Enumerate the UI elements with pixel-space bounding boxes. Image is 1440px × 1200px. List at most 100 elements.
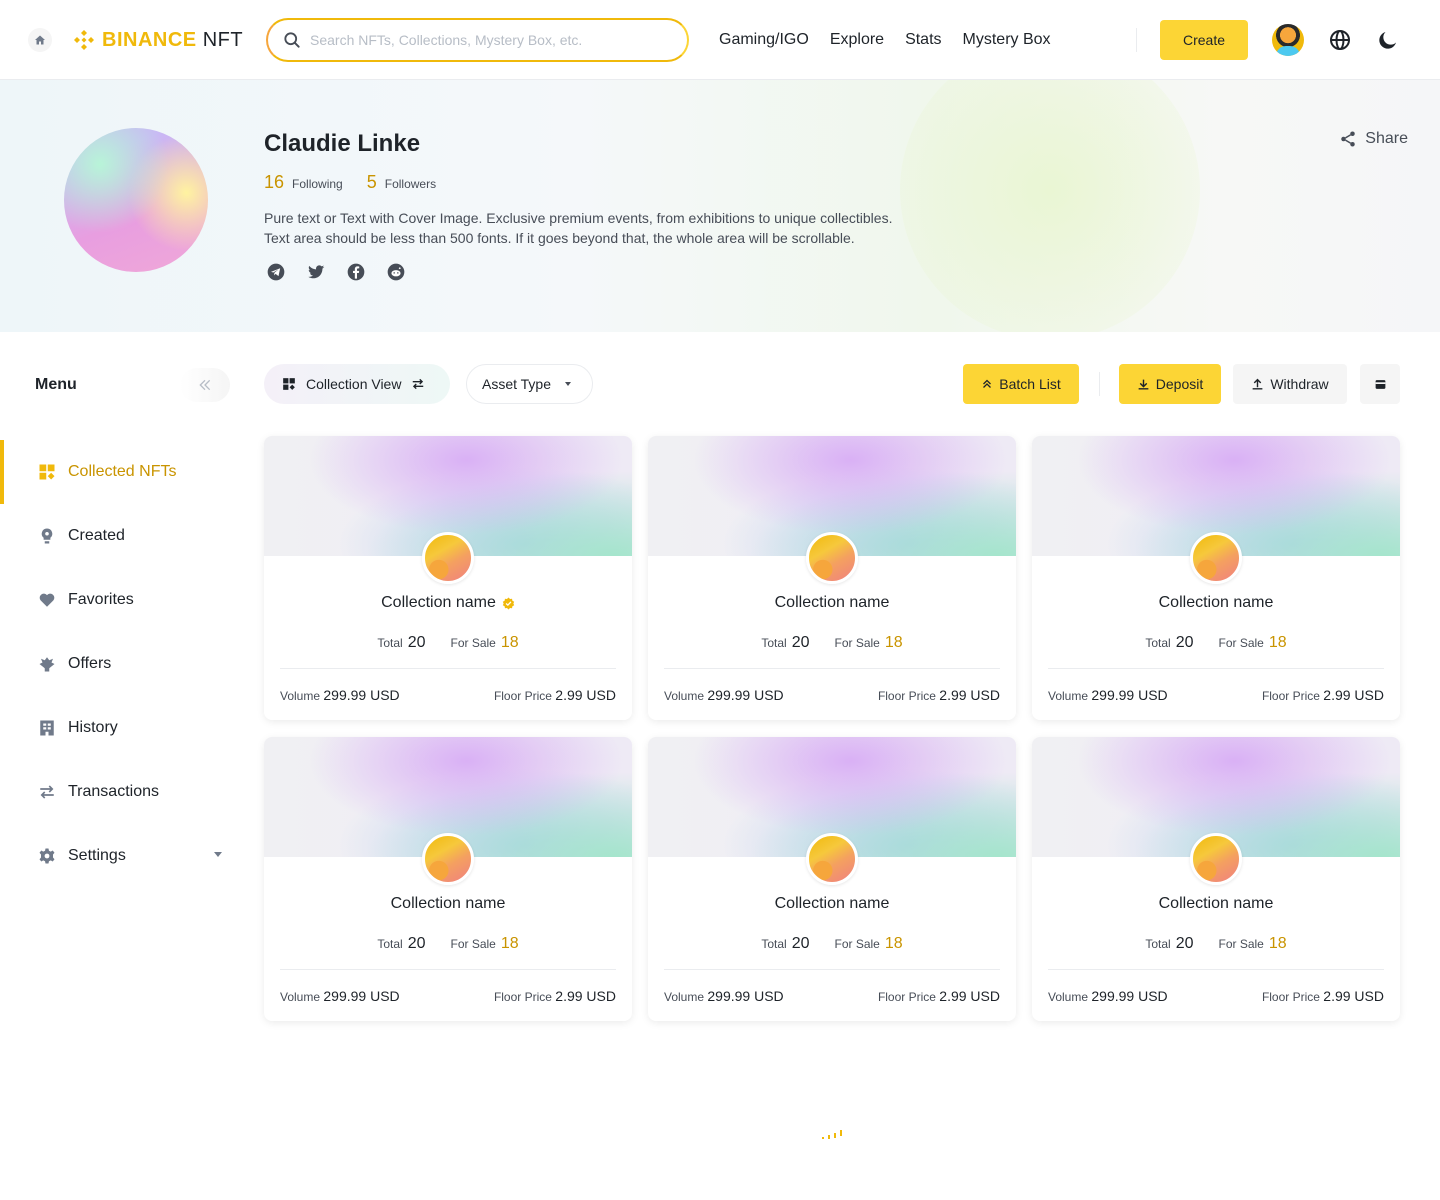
collection-card[interactable]: Collection name Total 20 For Sale 18 Volume 2… [648, 436, 1016, 720]
sidebar-item-collected-nfts[interactable]: Collected NFTs [0, 440, 240, 504]
sidebar-item-transactions[interactable]: Transactions [0, 760, 240, 824]
search-input[interactable] [310, 32, 670, 48]
user-avatar[interactable] [1272, 24, 1304, 56]
card-counts: Total 20 For Sale 18 [264, 634, 632, 652]
card-footer: Volume 299.99 USD Floor Price 2.99 USD [1048, 687, 1384, 703]
card-divider [280, 668, 616, 669]
heart-icon [38, 591, 56, 609]
nav-explore[interactable]: Explore [830, 28, 884, 52]
collection-name[interactable]: Collection name [391, 895, 506, 913]
sidebar-item-favorites[interactable]: Favorites [0, 568, 240, 632]
collapse-menu-button[interactable] [180, 368, 230, 402]
card-counts: Total 20 For Sale 18 [648, 935, 1016, 953]
globe-icon[interactable] [1328, 28, 1352, 52]
for-sale-value: 18 [884, 935, 903, 952]
wallet-button[interactable] [1360, 364, 1400, 404]
volume-value: 299.99 USD [1091, 687, 1168, 703]
batch-list-button[interactable]: Batch List [963, 364, 1079, 404]
card-counts: Total 20 For Sale 18 [1032, 634, 1400, 652]
withdraw-button[interactable]: Withdraw [1233, 364, 1347, 404]
sidebar-item-created[interactable]: Created [0, 504, 240, 568]
sidebar-item-settings[interactable]: Settings [0, 824, 240, 888]
collection-card[interactable]: Collection name Total 20 For Sale 18 Volume 2… [1032, 436, 1400, 720]
collection-card[interactable]: Collection name Total 20 For Sale 18 Volume 2… [1032, 737, 1400, 1021]
card-counts: Total 20 For Sale 18 [1032, 935, 1400, 953]
share-button[interactable]: Share [1339, 130, 1408, 148]
followers-label[interactable]: Followers [385, 177, 436, 191]
card-footer: Volume 299.99 USD Floor Price 2.99 USD [280, 988, 616, 1004]
bio-line-2: Text area should be less than 500 fonts.… [264, 230, 855, 246]
total-label: Total [1145, 937, 1171, 951]
grid-icon [283, 378, 295, 390]
collection-name[interactable]: Collection name [775, 594, 890, 612]
sidebar-item-label: Created [68, 527, 125, 544]
card-divider [280, 969, 616, 970]
menu-title: Menu [35, 376, 77, 393]
collection-card[interactable]: Collection name Total 20 For Sale 18 Volume 2… [264, 436, 632, 720]
collection-logo [422, 532, 474, 584]
sidebar-item-label: Collected NFTs [68, 463, 177, 480]
for-sale-value: 18 [884, 634, 903, 651]
sidebar-item-history[interactable]: History [0, 696, 240, 760]
for-sale-label: For Sale [1218, 636, 1264, 650]
bulb-icon [38, 527, 56, 545]
card-footer: Volume 299.99 USD Floor Price 2.99 USD [280, 687, 616, 703]
create-button[interactable]: Create [1160, 20, 1248, 60]
card-footer: Volume 299.99 USD Floor Price 2.99 USD [1048, 988, 1384, 1004]
twitter-icon[interactable] [306, 262, 326, 282]
header-divider [1136, 28, 1137, 52]
collection-name[interactable]: Collection name [381, 594, 496, 612]
moon-icon[interactable] [1376, 28, 1400, 52]
sidebar-item-label: History [68, 719, 118, 736]
asset-type-dropdown[interactable]: Asset Type [466, 364, 593, 404]
volume-label: Volume [664, 689, 705, 703]
upload-icon [1252, 378, 1263, 390]
wallet-icon [1375, 379, 1385, 389]
collection-view-button[interactable]: Collection View [264, 364, 450, 404]
collection-name[interactable]: Collection name [775, 895, 890, 913]
main-nav: Gaming/IGO Explore Stats Mystery Box [719, 28, 1051, 52]
reddit-icon[interactable] [386, 262, 406, 282]
collection-card[interactable]: Collection name Total 20 For Sale 18 Volume 2… [648, 737, 1016, 1021]
offer-icon [38, 655, 56, 673]
collection-name[interactable]: Collection name [1159, 594, 1274, 612]
chevron-down-icon[interactable] [214, 852, 222, 857]
nav-gaming-igo[interactable]: Gaming/IGO [719, 28, 809, 52]
nav-stats[interactable]: Stats [905, 28, 941, 52]
volume-value: 299.99 USD [707, 687, 784, 703]
share-icon [1341, 131, 1356, 147]
sidebar-item-label: Favorites [68, 591, 134, 608]
following-count[interactable]: 16 [264, 172, 284, 193]
binance-nft-logo[interactable]: BINANCE NFT [72, 26, 243, 54]
telegram-icon[interactable] [266, 262, 286, 282]
profile-name: Claudie Linke [264, 130, 421, 157]
view-label: Collection View [306, 376, 402, 392]
sidebar-item-offers[interactable]: Offers [0, 632, 240, 696]
toolbar-divider [1099, 372, 1100, 396]
collection-logo [806, 532, 858, 584]
total-value: 20 [791, 634, 810, 651]
floor-price-label: Floor Price [877, 689, 936, 703]
home-button[interactable] [28, 28, 52, 52]
sidebar-item-label: Settings [68, 847, 126, 864]
volume-label: Volume [1048, 689, 1089, 703]
search-box[interactable] [266, 18, 689, 62]
for-sale-label: For Sale [834, 937, 880, 951]
grid-icon [38, 463, 56, 481]
nav-mystery-box[interactable]: Mystery Box [963, 28, 1051, 52]
profile-bio: Pure text or Text with Cover Image. Excl… [264, 208, 944, 248]
collection-name[interactable]: Collection name [1159, 895, 1274, 913]
following-label[interactable]: Following [292, 177, 343, 191]
profile-avatar [64, 128, 208, 272]
facebook-icon[interactable] [346, 262, 366, 282]
withdraw-label: Withdraw [1270, 376, 1329, 392]
floor-price-label: Floor Price [493, 990, 552, 1004]
volume-label: Volume [280, 990, 321, 1004]
deposit-label: Deposit [1155, 376, 1204, 392]
deposit-button[interactable]: Deposit [1119, 364, 1221, 404]
followers-count[interactable]: 5 [367, 172, 377, 193]
for-sale-value: 18 [1268, 634, 1287, 651]
bio-line-1: Pure text or Text with Cover Image. Excl… [264, 210, 893, 226]
collection-card[interactable]: Collection name Total 20 For Sale 18 Volume 2… [264, 737, 632, 1021]
for-sale-label: For Sale [834, 636, 880, 650]
